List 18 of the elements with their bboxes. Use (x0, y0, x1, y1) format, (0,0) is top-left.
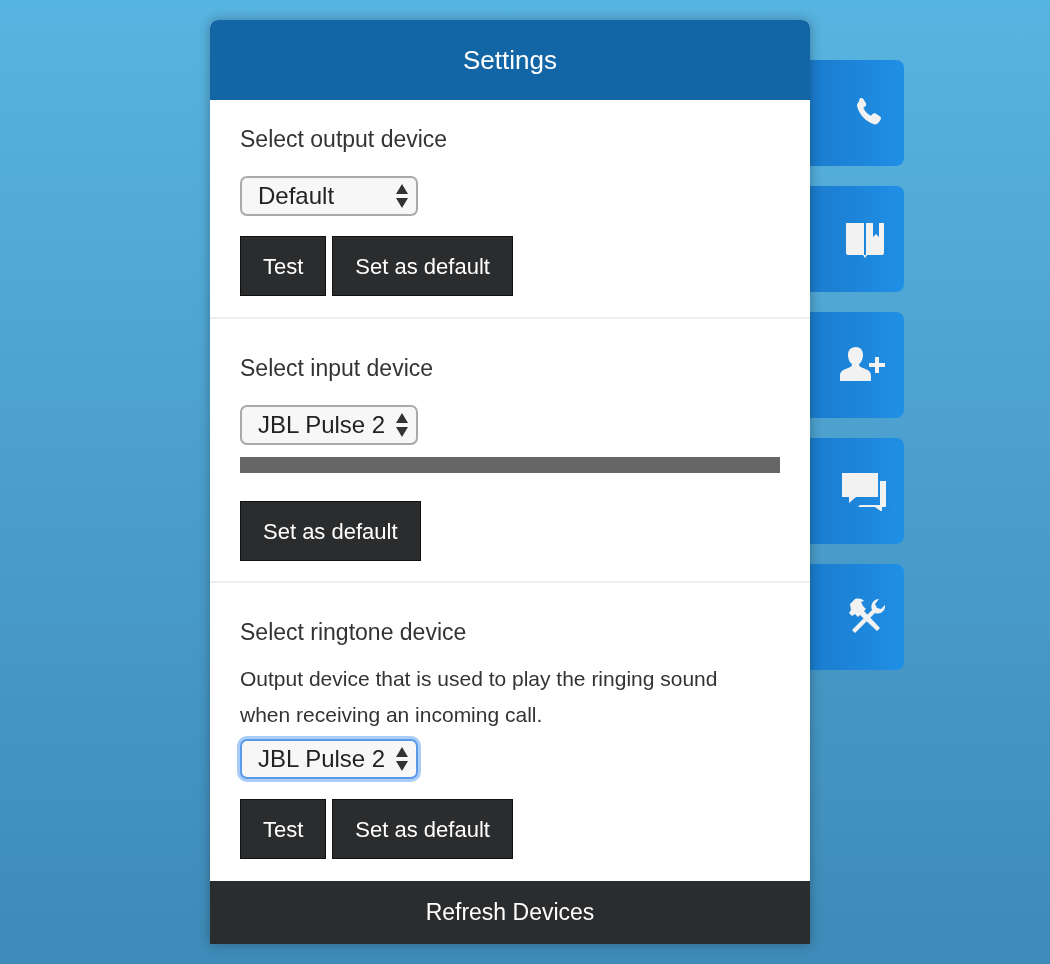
up-down-arrows-icon (396, 746, 408, 772)
section-label: Select ringtone device (240, 618, 468, 647)
refresh-devices-button[interactable]: Refresh Devices (210, 881, 810, 944)
dialog-title: Settings (463, 43, 557, 77)
section-label: Select input device (240, 354, 435, 383)
section-label: Select output device (240, 125, 449, 154)
device-select[interactable]: JBL Pulse 2 (240, 739, 418, 779)
dialog-button[interactable]: Set as default (332, 236, 513, 296)
chat-icon (842, 471, 886, 511)
device-select[interactable]: JBL Pulse 2 (240, 405, 418, 445)
dialog-button[interactable]: Set as default (240, 501, 421, 561)
dialog-button[interactable]: Test (240, 799, 327, 859)
up-down-arrows-icon (396, 412, 408, 438)
section-description: Output device that is used to play the ringing sound when receiving an incoming call. (240, 666, 719, 728)
dialog-button[interactable]: Test (240, 236, 327, 296)
up-down-arrows-icon (396, 183, 408, 209)
dialog-button[interactable]: Set as default (332, 799, 513, 859)
device-select[interactable]: Default (240, 176, 418, 216)
